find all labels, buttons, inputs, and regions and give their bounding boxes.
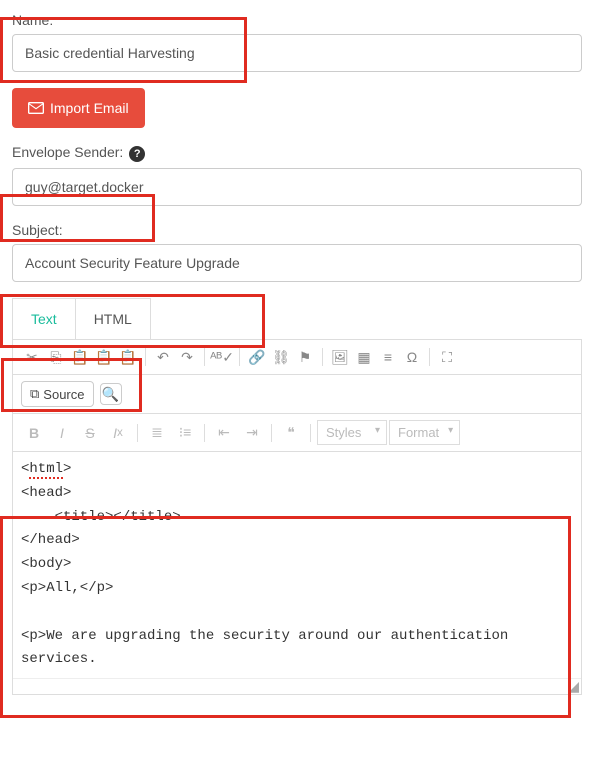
editor-toolbar: ✂ ⎘ 📋 📋 📋 ↶ ↷ ᴬᴮ✓ 🔗 ⛓ ⚑ 🖼 ▦ ≡ Ω ⛶ <box>13 340 581 375</box>
paste-icon[interactable]: 📋 <box>69 346 91 368</box>
help-icon[interactable]: ? <box>129 146 145 162</box>
editor-source-area[interactable]: <html><head> <title></title></head><body… <box>13 452 581 678</box>
copy-icon[interactable]: ⎘ <box>45 346 67 368</box>
bold-icon[interactable]: B <box>21 422 47 444</box>
styles-combo[interactable]: Styles <box>317 420 387 445</box>
subject-input[interactable] <box>12 244 582 282</box>
undo-icon[interactable]: ↶ <box>152 346 174 368</box>
spellcheck-icon[interactable]: ᴬᴮ✓ <box>211 346 233 368</box>
rich-editor: ✂ ⎘ 📋 📋 📋 ↶ ↷ ᴬᴮ✓ 🔗 ⛓ ⚑ 🖼 ▦ ≡ Ω ⛶ ⧉ Sour… <box>12 339 582 695</box>
format-combo[interactable]: Format <box>389 420 460 445</box>
editor-tabs: Text HTML <box>12 298 151 339</box>
table-icon[interactable]: ▦ <box>353 346 375 368</box>
blockquote-icon[interactable]: ❝ <box>278 422 304 444</box>
tab-text[interactable]: Text <box>13 299 76 339</box>
outdent-icon[interactable]: ⇤ <box>211 422 237 444</box>
name-label: Name: <box>12 12 582 28</box>
link-icon[interactable]: 🔗 <box>246 346 268 368</box>
envelope-icon <box>28 102 44 114</box>
resize-handle[interactable]: ◢ <box>13 678 581 694</box>
anchor-icon[interactable]: ⚑ <box>294 346 316 368</box>
image-icon[interactable]: 🖼 <box>329 346 351 368</box>
envelope-sender-input[interactable] <box>12 168 582 206</box>
subject-label: Subject: <box>12 222 582 238</box>
strike-icon[interactable]: S <box>77 422 103 444</box>
source-button[interactable]: ⧉ Source <box>21 381 94 407</box>
numbered-list-icon[interactable]: ≣ <box>144 422 170 444</box>
redo-icon[interactable]: ↷ <box>176 346 198 368</box>
format-toolbar: B I S Ix ≣ ⁝≡ ⇤ ⇥ ❝ Styles Format <box>13 414 581 452</box>
preview-icon[interactable]: 🔍 <box>100 383 122 405</box>
unlink-icon[interactable]: ⛓ <box>270 346 292 368</box>
paste-word-icon[interactable]: 📋 <box>117 346 139 368</box>
source-icon: ⧉ <box>30 386 39 402</box>
maximize-icon[interactable]: ⛶ <box>436 346 458 368</box>
specialchar-icon[interactable]: Ω <box>401 346 423 368</box>
tab-html[interactable]: HTML <box>76 299 150 339</box>
indent-icon[interactable]: ⇥ <box>239 422 265 444</box>
italic-icon[interactable]: I <box>49 422 75 444</box>
bullet-list-icon[interactable]: ⁝≡ <box>172 422 198 444</box>
import-email-label: Import Email <box>50 100 129 116</box>
removeformat-icon[interactable]: Ix <box>105 422 131 444</box>
envelope-sender-label: Envelope Sender: ? <box>12 144 582 162</box>
name-input[interactable] <box>12 34 582 72</box>
hr-icon[interactable]: ≡ <box>377 346 399 368</box>
import-email-button[interactable]: Import Email <box>12 88 145 128</box>
paste-text-icon[interactable]: 📋 <box>93 346 115 368</box>
cut-icon[interactable]: ✂ <box>21 346 43 368</box>
